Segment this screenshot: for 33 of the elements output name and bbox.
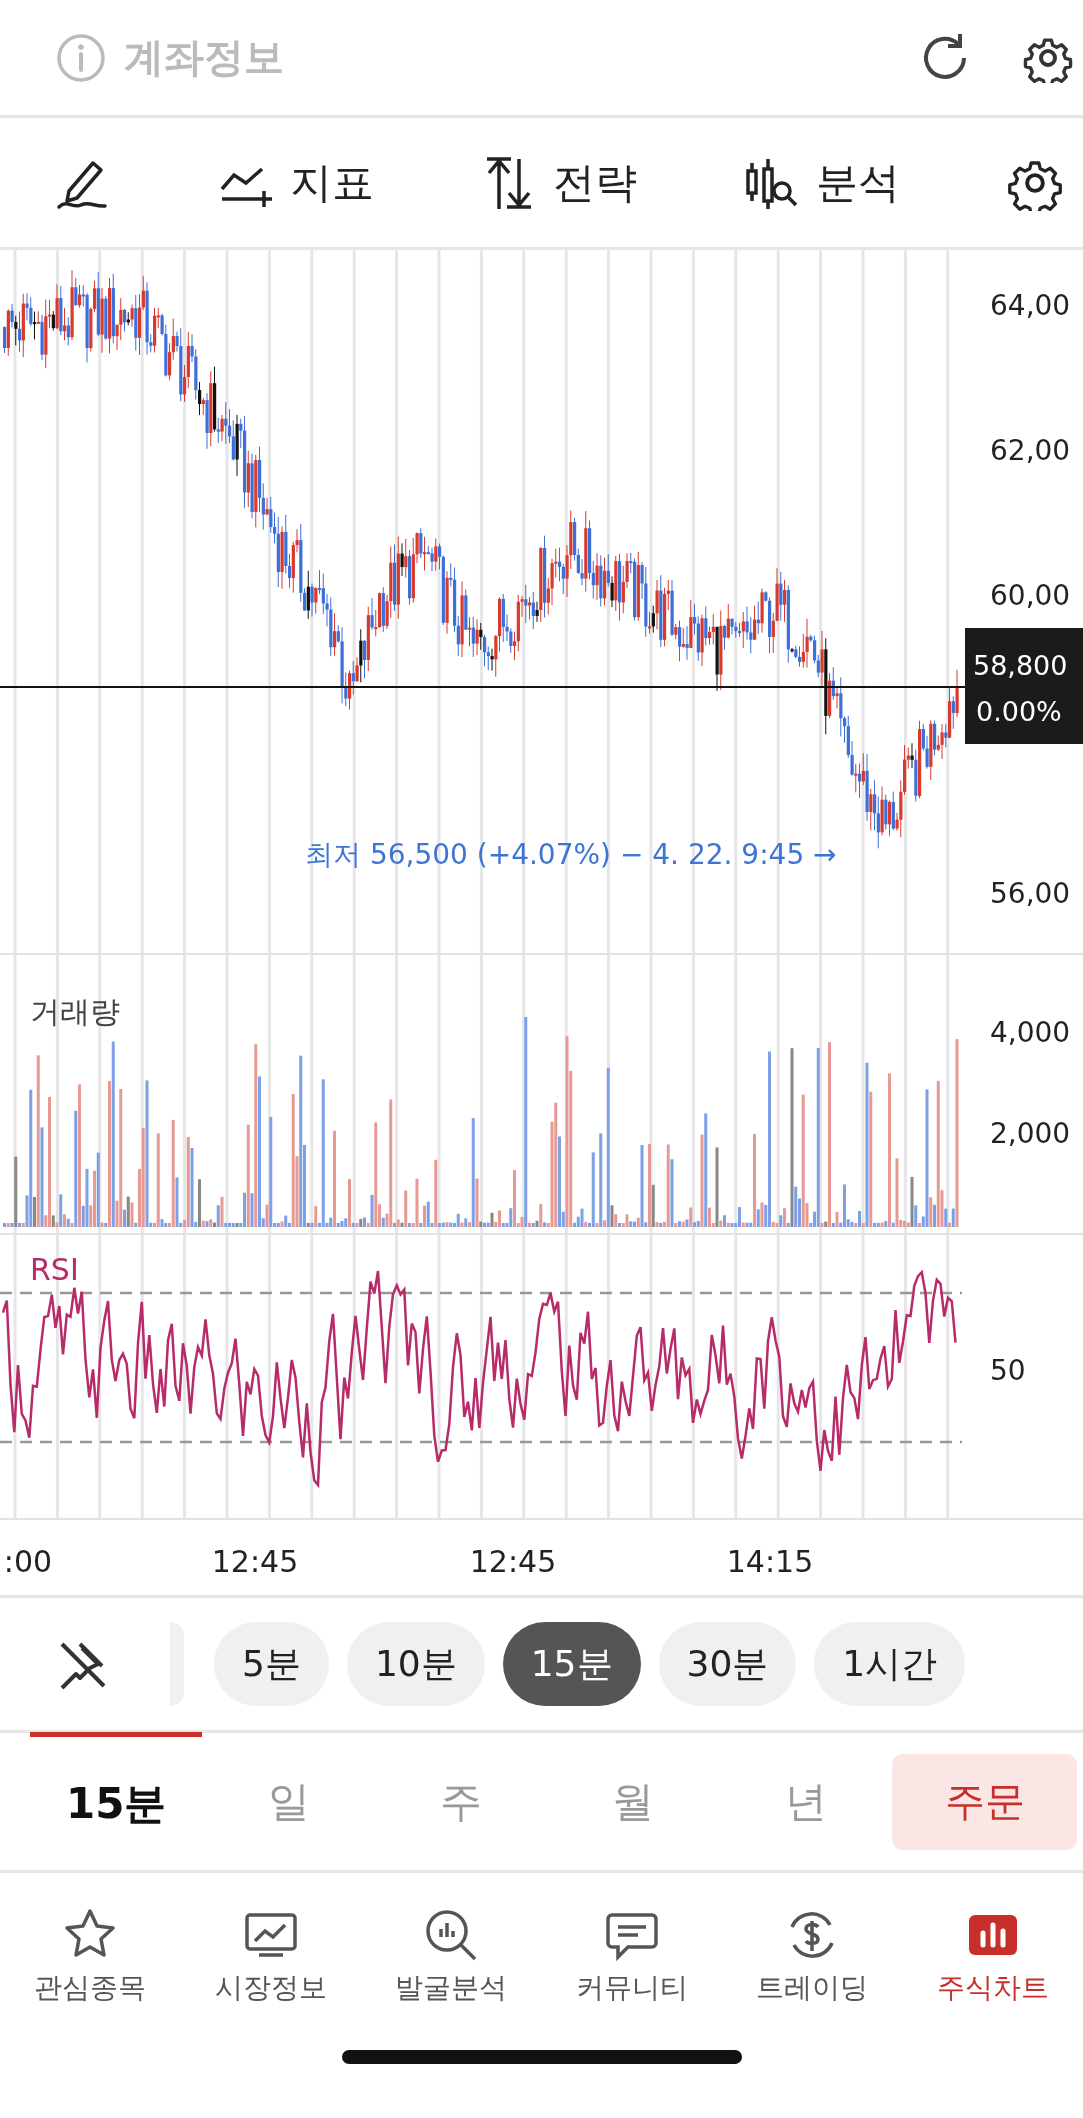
low-price-note: 최저 56,500 (+4.07%) − 4. 22. 9:45 → (305, 838, 837, 871)
interval-chip[interactable]: 5분 (214, 1622, 329, 1706)
time-label: 14:15 (726, 1544, 814, 1579)
volume-title: 거래량 (30, 994, 120, 1029)
rsi-title: RSI (30, 1252, 79, 1287)
price-change: 0.00% (976, 696, 1062, 727)
interval-chip[interactable]: 30분 (658, 1622, 797, 1706)
nav-item[interactable]: 주식차트 (902, 1906, 1083, 2007)
interval-chip[interactable]: 15분 (502, 1622, 641, 1706)
period-tab[interactable]: 15분 (30, 1731, 203, 1872)
axis-label: 60,00 (990, 579, 1071, 612)
toolbar-button[interactable]: 지표 (218, 154, 374, 211)
axis-label: 50 (990, 1354, 1026, 1387)
axis-label: 62,00 (990, 434, 1071, 467)
axis-label: 64,00 (990, 289, 1071, 322)
nav-item[interactable]: 발굴분석 (361, 1906, 542, 2007)
axis-label: 56,00 (990, 877, 1071, 910)
order-button[interactable]: 주문 (892, 1753, 1078, 1850)
time-label: :00 (3, 1544, 53, 1579)
axis-label: 2,000 (990, 1117, 1071, 1150)
time-label: 12:45 (469, 1544, 557, 1579)
axis-label: 4,000 (990, 1016, 1071, 1049)
interval-chip[interactable]: 1시간 (814, 1622, 966, 1706)
nav-item[interactable]: 시장정보 (180, 1906, 361, 2007)
interval-chip[interactable]: 10분 (346, 1622, 485, 1706)
toolbar-button[interactable]: 전략 (481, 154, 637, 211)
nav-item[interactable]: 트레이딩 (722, 1906, 903, 2007)
current-price: 58,800 (973, 650, 1068, 681)
nav-item[interactable]: 커뮤니티 (541, 1906, 722, 2007)
nav-item[interactable]: 관심종목 (0, 1906, 181, 2007)
time-label: 12:45 (211, 1544, 299, 1579)
page-title: 계좌정보 (124, 33, 284, 82)
toolbar-button[interactable]: 분석 (744, 154, 900, 211)
